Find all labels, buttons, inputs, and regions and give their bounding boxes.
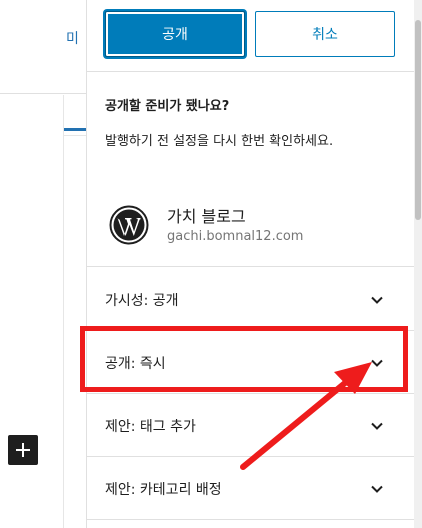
site-name: 가치 블로그 (167, 207, 246, 226)
setting-visibility[interactable]: 가시성: 공개 (87, 268, 415, 331)
editor-canvas[interactable] (0, 95, 64, 528)
publish-panel: 공개 취소 공개할 준비가 됐나요? 발행하기 전 설정을 다시 한번 확인하세… (86, 0, 415, 528)
sidebar-tab-indicator (64, 128, 86, 131)
setting-suggest-category[interactable]: 제안: 카테고리 배정 (87, 457, 415, 520)
wordpress-logo-icon (109, 205, 149, 245)
editor-toolbar: 미 (0, 0, 86, 94)
site-url: gachi.bomnal12.com (167, 229, 304, 244)
site-card: 가치 블로그 gachi.bomnal12.com (109, 201, 399, 249)
chevron-down-icon[interactable] (369, 355, 385, 371)
prepublish-checklist: 공개할 준비가 됐나요? 발행하기 전 설정을 다시 한번 확인하세요. 가치 … (87, 73, 415, 267)
setting-suggest-tags[interactable]: 제안: 태그 추가 (87, 394, 415, 457)
chevron-down-icon[interactable] (369, 418, 385, 434)
editor-background: 미 (0, 0, 86, 528)
ready-title: 공개할 준비가 됐나요? (105, 99, 230, 114)
chevron-down-icon[interactable] (369, 481, 385, 497)
ready-description: 발행하기 전 설정을 다시 한번 확인하세요. (105, 134, 334, 149)
cancel-button[interactable]: 취소 (255, 11, 395, 57)
plus-icon (16, 443, 30, 457)
panel-scrollbar[interactable] (414, 0, 422, 528)
setting-label: 가시성: 공개 (105, 293, 179, 309)
preview-link[interactable]: 미 (66, 28, 79, 48)
block-inserter-button[interactable] (8, 435, 38, 465)
setting-publish-date[interactable]: 공개: 즉시 (87, 331, 415, 394)
setting-label: 제안: 태그 추가 (105, 419, 196, 435)
chevron-down-icon[interactable] (369, 292, 385, 308)
setting-label: 제안: 카테고리 배정 (105, 482, 222, 498)
sidebar-rail (64, 95, 86, 528)
publish-button[interactable]: 공개 (105, 11, 245, 57)
publish-panel-header: 공개 취소 (87, 0, 415, 72)
setting-label: 공개: 즉시 (105, 356, 166, 372)
scrollbar-thumb[interactable] (415, 20, 421, 220)
